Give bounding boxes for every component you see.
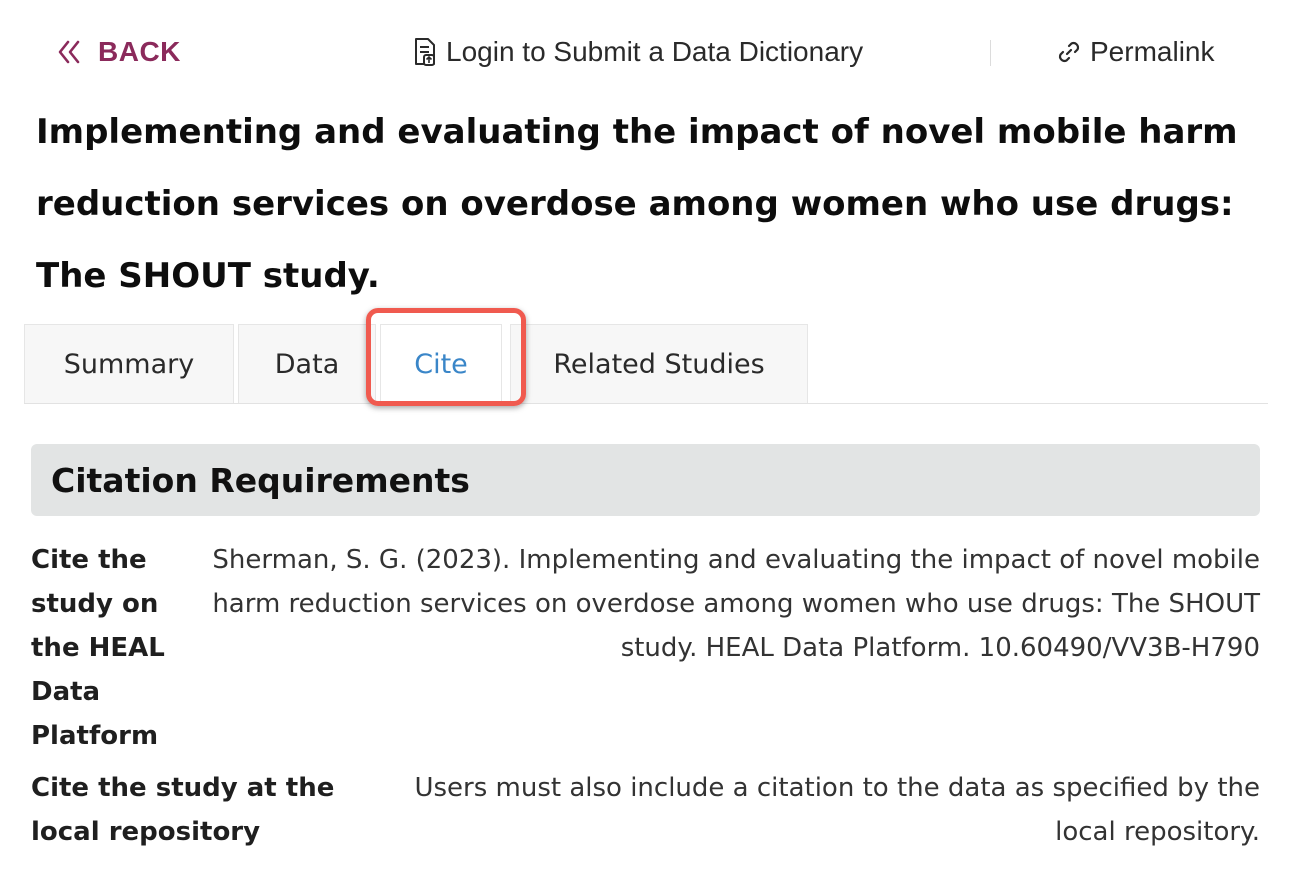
tab-related-studies[interactable]: Related Studies [510, 324, 808, 403]
tab-related-studies-label: Related Studies [553, 348, 765, 380]
permalink-link[interactable]: Permalink [1056, 36, 1214, 68]
citation-row-value: Sherman, S. G. (2023). Implementing and … [212, 545, 1260, 663]
double-chevron-left-icon [58, 40, 80, 64]
back-label: BACK [98, 36, 181, 67]
citation-row-label: Cite the study at the local repository [31, 773, 335, 847]
tab-cite[interactable]: Cite [380, 324, 502, 403]
citation-row-local-repository: Cite the study at the local repository U… [31, 766, 1260, 858]
citation-requirements-header: Citation Requirements [31, 444, 1260, 516]
tab-summary[interactable]: Summary [24, 324, 234, 403]
back-button[interactable]: BACK [56, 36, 181, 68]
top-bar: BACK Login to Submit a Data Dictionary P… [0, 0, 1298, 104]
toolbar-divider [990, 40, 991, 66]
tab-bar: Summary Data Cite Related Studies [24, 308, 1268, 406]
submit-data-dictionary-label: Login to Submit a Data Dictionary [446, 36, 864, 67]
permalink-label: Permalink [1090, 36, 1215, 67]
citation-row-value: Users must also include a citation to th… [414, 773, 1260, 847]
tab-summary-label: Summary [63, 348, 195, 380]
tab-data-label: Data [274, 348, 340, 380]
citation-row-label: Cite the study on the HEAL Data Platform [31, 545, 165, 751]
citation-requirements-title: Citation Requirements [51, 460, 470, 500]
tab-data[interactable]: Data [238, 324, 376, 403]
document-upload-icon [415, 38, 435, 66]
page-title: Implementing and evaluating the impact o… [36, 112, 1238, 296]
tab-cite-label: Cite [414, 348, 468, 380]
citation-row-heal: Cite the study on the HEAL Data Platform… [31, 538, 1260, 758]
link-icon [1058, 41, 1080, 63]
submit-data-dictionary-link[interactable]: Login to Submit a Data Dictionary [412, 36, 863, 68]
